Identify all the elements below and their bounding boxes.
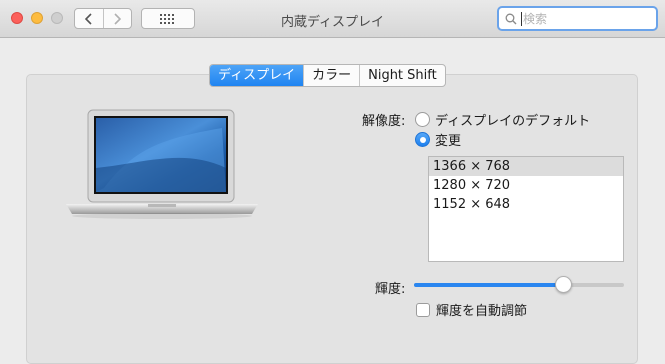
brightness-slider[interactable] [414,276,624,294]
laptop-image [66,109,258,219]
search-input[interactable]: 検索 [521,11,547,26]
auto-brightness-checkbox[interactable] [416,302,430,317]
tab-night-shift[interactable]: Night Shift [359,65,445,86]
radio-scaled-label: 変更 [435,134,462,149]
resolution-item[interactable]: 1152 × 648 [429,195,623,214]
resolution-list[interactable]: 1366 × 768 1280 × 720 1152 × 648 [428,156,624,262]
resolution-item[interactable]: 1366 × 768 [429,157,623,176]
radio-default-label: ディスプレイのデフォルト [435,114,591,129]
auto-brightness[interactable]: 輝度を自動調節 [416,300,527,319]
auto-brightness-label: 輝度を自動調節 [436,304,528,319]
radio-default[interactable]: ディスプレイのデフォルト [415,110,590,129]
tab-color[interactable]: カラー [303,65,359,86]
tab-display[interactable]: ディスプレイ [210,65,304,86]
resolution-label: 解像度: [362,114,406,129]
brightness-label: 輝度: [375,282,406,297]
radio-default-button[interactable] [415,112,430,127]
search-field[interactable]: 検索 [497,6,658,31]
tab-bar: ディスプレイ カラー Night Shift [209,64,446,87]
slider-thumb[interactable] [555,276,572,293]
radio-scaled[interactable]: 変更 [415,130,461,149]
title-bar: 内蔵ディスプレイ 検索 [0,0,665,38]
resolution-item[interactable]: 1280 × 720 [429,176,623,195]
radio-scaled-button[interactable] [415,132,430,147]
search-icon [505,13,517,25]
slider-fill [414,283,564,287]
